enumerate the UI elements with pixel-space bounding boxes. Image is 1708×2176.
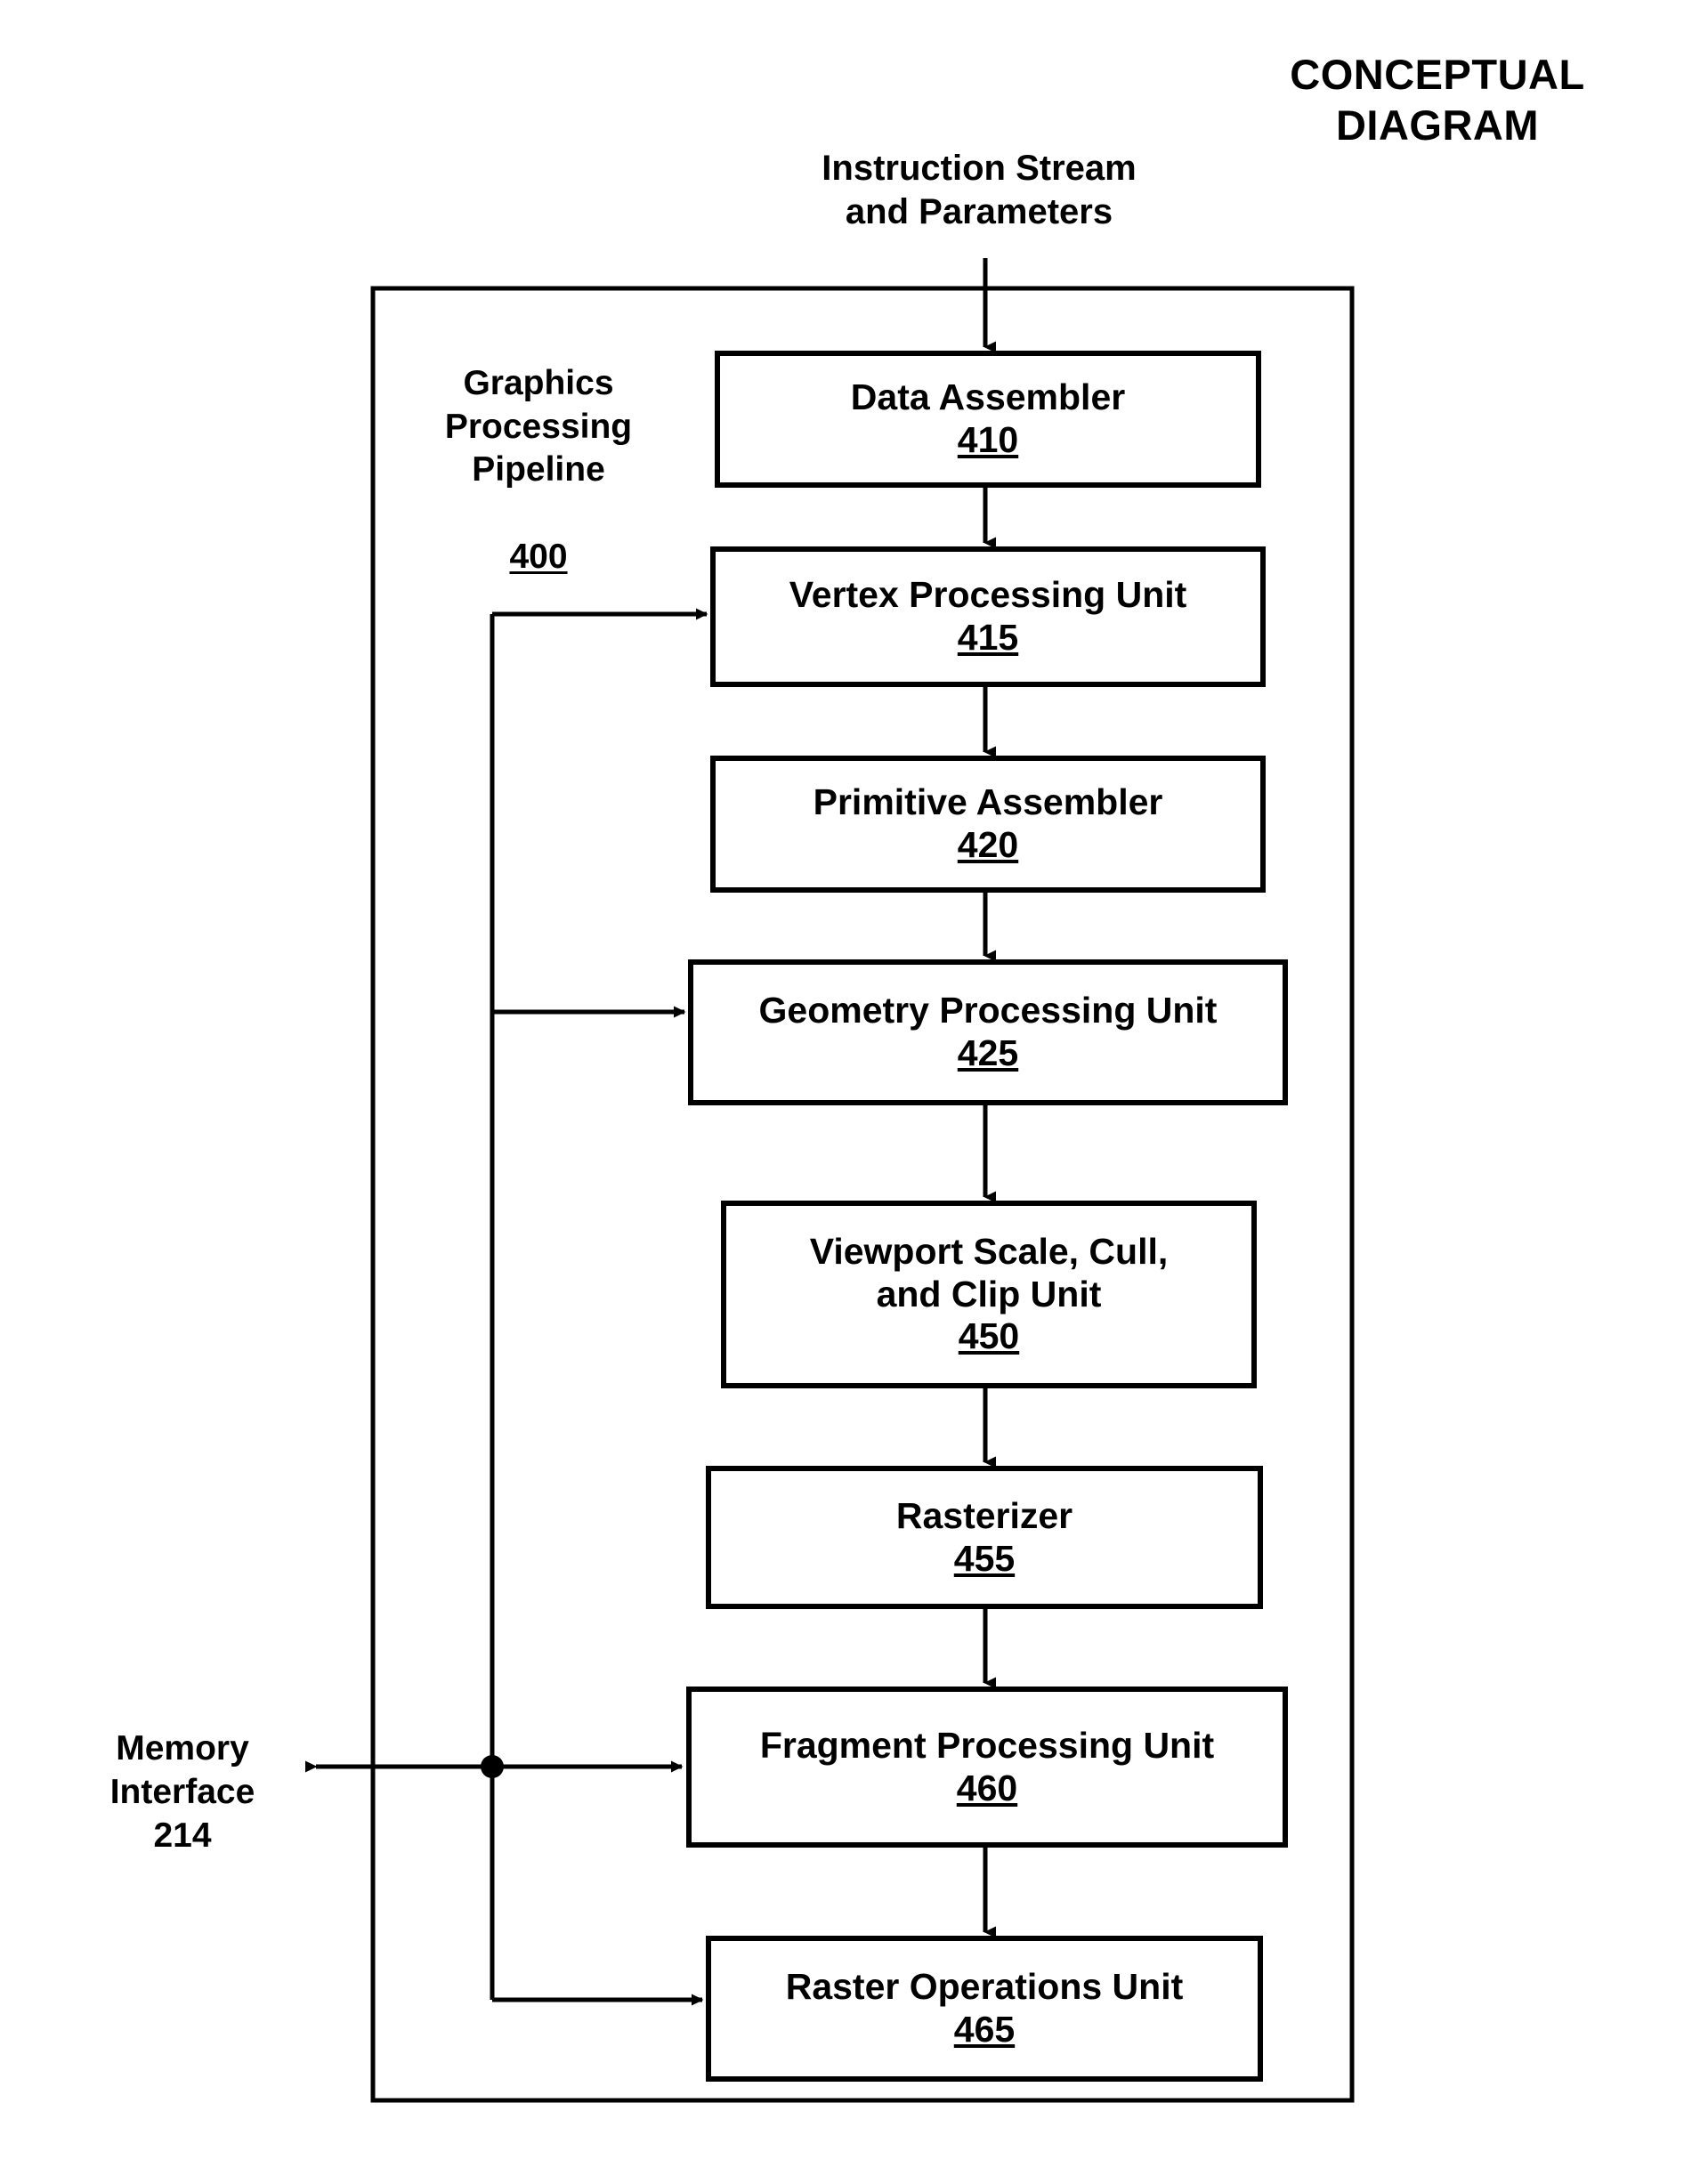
- stage-name: Data Assembler: [850, 376, 1126, 418]
- stage-label-data-assembler[interactable]: Data Assembler 410: [717, 353, 1259, 485]
- pipeline-container-label: Graphics Processing Pipeline 400: [392, 319, 685, 579]
- stage-ref: 465: [953, 2009, 1016, 2050]
- stage-name: Primitive Assembler: [813, 781, 1163, 823]
- memory-interface-label: Memory Interface 214: [109, 1729, 255, 1856]
- instruction-stream-input-label: Instruction Stream and Parameters: [822, 149, 1137, 231]
- stage-label-fragment-processing-unit[interactable]: Fragment Processing Unit 460: [689, 1689, 1285, 1845]
- stage-name: Vertex Processing Unit: [789, 574, 1187, 616]
- pipeline-container-ref: 400: [509, 537, 568, 576]
- stage-ref: 460: [956, 1767, 1018, 1808]
- stage-name: Viewport Scale, Cull, and Clip Unit: [809, 1230, 1169, 1314]
- stage-name: Rasterizer: [895, 1494, 1073, 1536]
- stage-name: Fragment Processing Unit: [759, 1724, 1215, 1766]
- junction-dot: [481, 1755, 504, 1778]
- stage-ref: 415: [957, 617, 1019, 658]
- pipeline-container-name: Graphics Processing Pipeline: [444, 363, 633, 489]
- stage-ref: 450: [958, 1315, 1020, 1357]
- stage-name: Raster Operations Unit: [785, 1966, 1184, 2008]
- stage-ref: 420: [957, 824, 1019, 865]
- stage-label-raster-operations-unit[interactable]: Raster Operations Unit 465: [708, 1938, 1260, 2079]
- stage-label-primitive-assembler[interactable]: Primitive Assembler 420: [713, 758, 1263, 890]
- stage-ref: 425: [957, 1032, 1019, 1073]
- conceptual-diagram-title: CONCEPTUAL DIAGRAM: [1290, 51, 1585, 150]
- stage-ref: 455: [953, 1537, 1016, 1579]
- figure-canvas: CONCEPTUAL DIAGRAM Instruction Stream an…: [0, 0, 1708, 2176]
- stage-label-geometry-processing-unit[interactable]: Geometry Processing Unit 425: [691, 962, 1285, 1103]
- stage-label-viewport-scale-cull-clip-unit[interactable]: Viewport Scale, Cull, and Clip Unit 450: [724, 1203, 1254, 1386]
- stage-ref: 410: [957, 419, 1019, 460]
- stage-label-vertex-processing-unit[interactable]: Vertex Processing Unit 415: [713, 549, 1263, 684]
- stage-label-rasterizer[interactable]: Rasterizer 455: [708, 1468, 1260, 1606]
- stage-name: Geometry Processing Unit: [758, 990, 1218, 1031]
